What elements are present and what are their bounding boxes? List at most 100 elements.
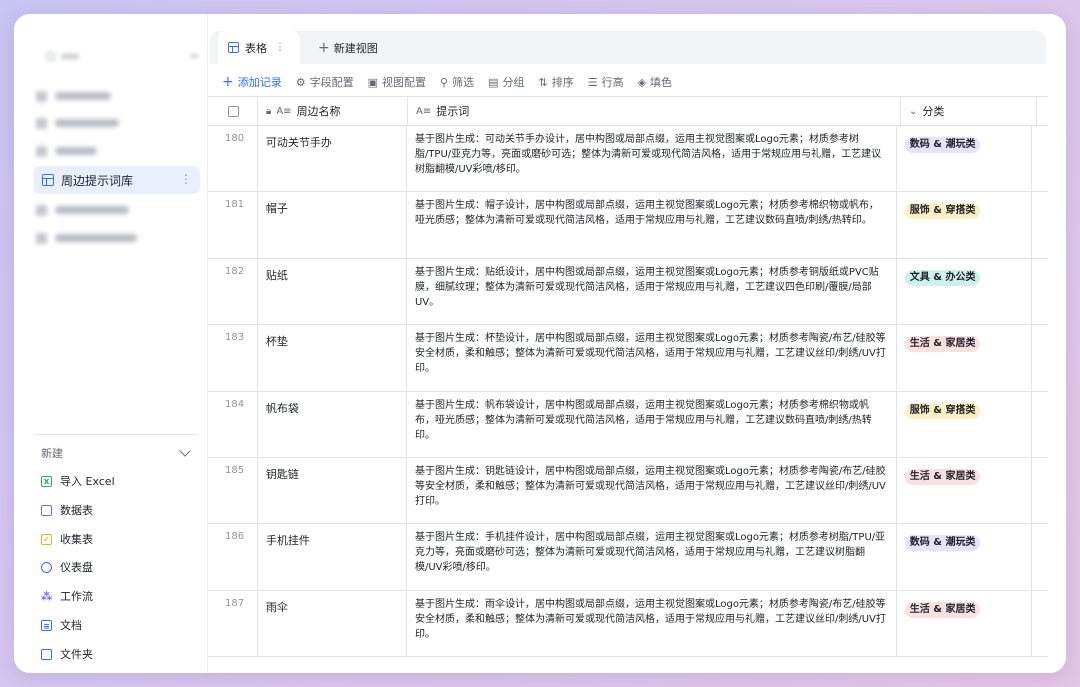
sidebar-item-blurred[interactable] — [36, 224, 137, 252]
fill-color-button[interactable]: ◈ 填色 — [638, 74, 672, 90]
cell-prompt[interactable]: 基于图片生成：帽子设计，居中构图或局部点缀，运用主视觉图案或Logo元素；材质参… — [407, 192, 897, 258]
cell-name[interactable]: 钥匙链 — [258, 457, 407, 524]
cell-category[interactable]: 服饰 & 穿搭类 — [897, 192, 1032, 258]
category-badge: 生活 & 家居类 — [904, 601, 981, 618]
new-section-title: 新建 — [41, 447, 63, 460]
filter-button[interactable]: ⚲ 筛选 — [440, 74, 474, 90]
column-header-name[interactable]: 🔒︎ A≡ 周边名称 — [258, 97, 408, 125]
table-row[interactable]: 184 帆布袋 基于图片生成：帆布袋设计，居中构图或局部点缀，运用主视觉图案或Log… — [208, 391, 1048, 458]
gear-icon: ⚙ — [295, 75, 306, 89]
cell-category[interactable]: 数码 & 潮玩类 — [897, 126, 1032, 192]
filter-icon: ⚲ — [440, 75, 449, 89]
select-all-cell — [208, 97, 258, 125]
table-row[interactable]: 186 手机挂件 基于图片生成：手机挂件设计，居中构图或局部点缀，运用主视觉图案或L… — [208, 524, 1048, 591]
sort-button[interactable]: ⇅ 排序 — [538, 74, 573, 90]
data-grid: 🔒︎ A≡ 周边名称 A≡ 提示词 ⌄ 分类 180 可动关节手办 基于图片生成：可… — [208, 96, 1066, 673]
row-index: 181 — [208, 192, 258, 258]
single-select-icon: ⌄ — [909, 105, 918, 117]
column-header-category[interactable]: ⌄ 分类 — [901, 97, 1037, 125]
group-icon: ▤ — [488, 75, 499, 89]
table-row[interactable]: 187 雨伞 基于图片生成：雨伞设计，居中构图或局部点缀，运用主视觉图案或Logo元… — [208, 590, 1048, 658]
form-icon: ✓ — [41, 533, 52, 545]
category-badge: 文具 & 办公类 — [904, 269, 981, 286]
cell-category[interactable]: 数码 & 潮玩类 — [897, 524, 1032, 590]
doc-icon: ≡ — [41, 619, 52, 631]
field-config-button[interactable]: ⚙ 字段配置 — [296, 74, 354, 90]
cell-prompt[interactable]: 基于图片生成：杯垫设计，居中构图或局部点缀，运用主视觉图案或Logo元素；材质参… — [407, 325, 897, 391]
category-badge: 数码 & 潮玩类 — [904, 535, 981, 552]
lock-icon: 🔒︎ — [266, 105, 272, 117]
new-datasheet[interactable]: 数据表 — [41, 499, 93, 521]
new-section-header[interactable]: 新建 — [41, 445, 191, 461]
table-row[interactable]: 181 帽子 基于图片生成：帽子设计，居中构图或局部点缀，运用主视觉图案或Logo元… — [208, 192, 1048, 259]
cell-category[interactable]: 生活 & 家居类 — [897, 325, 1032, 391]
sidebar-item-blurred[interactable] — [36, 82, 111, 110]
cell-name[interactable]: 手机挂件 — [258, 524, 407, 590]
select-all-checkbox[interactable] — [228, 105, 239, 117]
new-folder[interactable]: 文件夹 — [41, 643, 93, 665]
new-dashboard[interactable]: 仪表盘 — [41, 556, 93, 578]
add-record-button[interactable]: + 添加记录 — [222, 74, 282, 90]
text-field-icon: A≡ — [416, 105, 432, 117]
table-row[interactable]: 183 杯垫 基于图片生成：杯垫设计，居中构图或局部点缀，运用主视觉图案或Logo元… — [208, 325, 1048, 392]
sidebar-item-blurred[interactable] — [36, 109, 119, 137]
cell-name[interactable]: 贴纸 — [258, 258, 407, 325]
cell-prompt[interactable]: 基于图片生成：手机挂件设计，居中构图或局部点缀，运用主视觉图案或Logo元素；材… — [407, 524, 897, 590]
plus-icon: + — [318, 39, 330, 56]
new-view-button[interactable]: + 新建视图 — [318, 31, 378, 64]
row-index: 187 — [208, 590, 258, 657]
cell-category[interactable]: 服饰 & 穿搭类 — [897, 391, 1032, 457]
cell-prompt[interactable]: 基于图片生成：钥匙链设计，居中构图或局部点缀，运用主视觉图案或Logo元素；材质… — [407, 457, 897, 524]
datasheet-icon — [41, 504, 52, 516]
search-icon — [46, 51, 55, 61]
cell-category[interactable]: 生活 & 家居类 — [897, 590, 1032, 657]
cell-prompt[interactable]: 基于图片生成：帆布袋设计，居中构图或局部点缀，运用主视觉图案或Logo元素；材质… — [407, 391, 897, 457]
plus-icon: + — [222, 74, 234, 90]
main-area: 表格 ⋮ + 新建视图 + 添加记录 ⚙ 字段配置 ▣ 视图配置 ⚲ 筛选 ▤ 分组 ⇅ 排… — [208, 14, 1066, 673]
row-index: 183 — [208, 325, 258, 391]
row-index: 186 — [208, 524, 258, 590]
sidebar: 周边提示词库 ⋮ 新建 x 导入 Excel 数据表 ✓ 收集表 仪表盘 ⁂ 工… — [14, 14, 208, 673]
new-doc[interactable]: ≡ 文档 — [41, 614, 82, 636]
app-window: 周边提示词库 ⋮ 新建 x 导入 Excel 数据表 ✓ 收集表 仪表盘 ⁂ 工… — [14, 14, 1066, 673]
sidebar-item-active[interactable]: 周边提示词库 ⋮ — [34, 166, 200, 194]
chevron-down-icon[interactable] — [179, 445, 191, 457]
column-header-prompt[interactable]: A≡ 提示词 — [408, 97, 901, 125]
tab-table-view[interactable]: 表格 ⋮ — [218, 31, 300, 64]
view-config-icon: ▣ — [367, 75, 379, 89]
sort-icon: ⇅ — [538, 75, 548, 89]
cell-name[interactable]: 可动关节手办 — [258, 126, 407, 192]
more-icon[interactable]: ⋮ — [180, 172, 192, 186]
row-height-button[interactable]: ☰ 行高 — [588, 74, 624, 90]
new-import-excel[interactable]: x 导入 Excel — [41, 470, 115, 492]
row-index: 184 — [208, 391, 258, 457]
cell-category[interactable]: 文具 & 办公类 — [897, 258, 1032, 325]
cell-name[interactable]: 雨伞 — [258, 590, 407, 657]
category-badge: 服饰 & 穿搭类 — [904, 203, 981, 220]
cell-name[interactable]: 帽子 — [258, 192, 407, 258]
table-row[interactable]: 182 贴纸 基于图片生成：贴纸设计，居中构图或局部点缀，运用主视觉图案或Logo元… — [208, 258, 1048, 326]
row-height-icon: ☰ — [587, 75, 598, 89]
category-badge: 生活 & 家居类 — [904, 336, 981, 353]
cell-category[interactable]: 生活 & 家居类 — [897, 457, 1032, 524]
cell-name[interactable]: 杯垫 — [258, 325, 407, 391]
workflow-icon: ⁂ — [41, 589, 53, 603]
group-button[interactable]: ▤ 分组 — [488, 74, 524, 90]
row-index: 185 — [208, 457, 258, 524]
text-field-icon: A≡ — [276, 105, 292, 117]
sidebar-search-blurred[interactable] — [36, 43, 200, 69]
sidebar-item-blurred[interactable] — [36, 137, 97, 165]
new-workflow[interactable]: ⁂ 工作流 — [41, 585, 93, 607]
table-row[interactable]: 185 钥匙链 基于图片生成：钥匙链设计，居中构图或局部点缀，运用主视觉图案或Log… — [208, 457, 1048, 525]
sidebar-item-blurred[interactable] — [36, 196, 129, 224]
cell-name[interactable]: 帆布袋 — [258, 391, 407, 457]
cell-prompt[interactable]: 基于图片生成：雨伞设计，居中构图或局部点缀，运用主视觉图案或Logo元素；材质参… — [407, 590, 897, 657]
cell-prompt[interactable]: 基于图片生成：可动关节手办设计，居中构图或局部点缀，运用主视觉图案或Logo元素… — [407, 126, 897, 192]
toolbar: + 添加记录 ⚙ 字段配置 ▣ 视图配置 ⚲ 筛选 ▤ 分组 ⇅ 排序 ☰ 行高 ◈ 填色 — [222, 71, 686, 93]
cell-prompt[interactable]: 基于图片生成：贴纸设计，居中构图或局部点缀，运用主视觉图案或Logo元素；材质参… — [407, 258, 897, 325]
view-config-button[interactable]: ▣ 视图配置 — [368, 74, 426, 90]
more-icon[interactable]: ⋮ — [275, 42, 285, 53]
sidebar-item-label: 周边提示词库 — [61, 173, 134, 188]
new-form[interactable]: ✓ 收集表 — [41, 528, 93, 550]
table-row[interactable]: 180 可动关节手办 基于图片生成：可动关节手办设计，居中构图或局部点缀，运用主视觉… — [208, 126, 1048, 193]
